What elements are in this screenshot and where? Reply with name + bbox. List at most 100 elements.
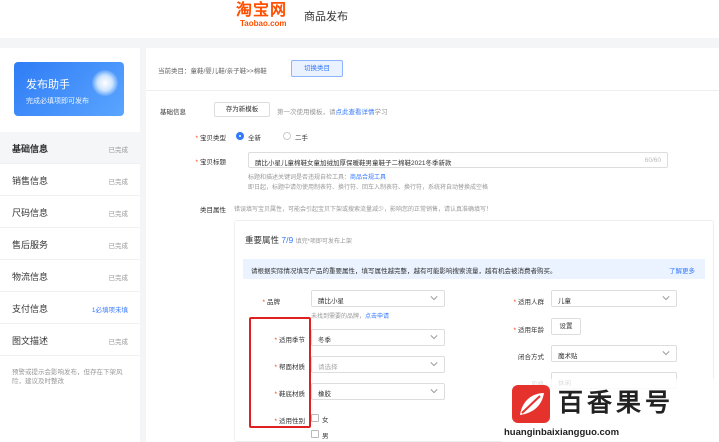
brand-label: * 品牌 <box>262 299 280 306</box>
logo-text-en: Taobao.com <box>240 19 287 28</box>
top-header: 淘宝网 Taobao.com 商品发布 <box>0 0 719 38</box>
sidebar-tip: 预警或提示会影响发布，但存在下架风险，建议及时整改 <box>12 369 123 385</box>
radio-new-label: 全新 <box>248 135 261 142</box>
sidebar-item-label: 尺码信息 <box>12 208 49 218</box>
sidebar-nav: 基础信息 已完成 销售信息 已完成 尺码信息 已完成 售后服务 已完成 物流信息… <box>0 132 140 356</box>
chevron-down-icon <box>430 296 438 301</box>
radio-new[interactable] <box>236 132 244 140</box>
sidebar-item-label: 支付信息 <box>12 304 49 314</box>
closure-select[interactable]: 魔术贴 <box>551 345 677 362</box>
category-attr-hint: 错误填写宝贝属性，可能会引起宝贝下架或搜索流量减少，影响您的正常销售，请认真准确… <box>234 207 493 213</box>
sidebar-item-status: 1必填项未填 <box>91 307 128 314</box>
sidebar-item-label: 图文描述 <box>12 336 49 346</box>
title-hint-tool: 标题和描述关键词是否违规自检工具：商品合规工具 <box>248 172 386 181</box>
assistant-title: 发布助手 <box>26 79 70 91</box>
template-hint: 第一次使用模板，请点此查看详情学习 <box>277 106 388 116</box>
chevron-down-icon <box>430 389 438 394</box>
template-hint-prefix: 第一次使用模板，请 <box>277 109 336 116</box>
brand-apply-hint: 未找到需要的品牌，点击申请 <box>311 311 389 320</box>
season-value: 冬季 <box>318 337 331 344</box>
sidebar-item-after-sales[interactable]: 售后服务 已完成 <box>0 228 140 260</box>
chevron-down-icon <box>430 362 438 367</box>
age-label: * 适用年龄 <box>513 327 544 334</box>
compliance-tool-link[interactable]: 商品合规工具 <box>350 175 386 181</box>
attributes-count: 7/9 <box>281 235 294 245</box>
chevron-down-icon <box>662 296 670 301</box>
sidebar-item-payment[interactable]: 支付信息 1必填项未填 <box>0 292 140 324</box>
template-help-link[interactable]: 点此查看详情 <box>336 109 375 116</box>
closure-label: 闭合方式 <box>518 354 544 361</box>
item-title-label-text: 宝贝标题 <box>200 159 226 166</box>
sidebar-item-status: 已完成 <box>108 147 129 154</box>
logo-text-cn: 淘宝网 <box>236 0 288 19</box>
gender-male-checkbox[interactable] <box>311 430 319 438</box>
closure-value: 魔术贴 <box>558 353 578 360</box>
chevron-down-icon <box>662 351 670 356</box>
crowd-label: * 适用人群 <box>513 299 544 306</box>
sidebar-item-label: 售后服务 <box>12 240 49 250</box>
lightbulb-icon <box>92 70 118 96</box>
item-type-label-text: 宝贝类型 <box>200 135 226 142</box>
learn-more-link[interactable]: 了解更多 <box>669 265 695 275</box>
sidebar-item-basic-info[interactable]: 基础信息 已完成 <box>0 132 140 164</box>
radio-second-hand[interactable] <box>283 132 291 140</box>
section-label-basic: 基础信息 <box>160 109 186 116</box>
sole-material-select[interactable]: 橡胶 <box>311 383 445 400</box>
template-hint-suffix: 学习 <box>374 109 388 116</box>
sidebar-item-label: 基础信息 <box>12 144 49 154</box>
upper-material-value: 请选择 <box>318 364 338 371</box>
gender-female-checkbox[interactable] <box>311 414 319 422</box>
save-template-button[interactable]: 存为新模板 <box>214 102 270 117</box>
radio-second-hand-label: 二手 <box>295 135 308 142</box>
brand-select[interactable]: 腈比小星 <box>311 290 445 307</box>
sidebar-item-status: 已完成 <box>108 211 129 218</box>
taobao-logo[interactable]: 淘宝网 Taobao.com <box>236 0 288 29</box>
brand-label-text: 品牌 <box>267 299 280 306</box>
brand-hint-text: 未找到需要的品牌， <box>311 314 366 320</box>
item-title-input[interactable]: 腈比小星儿童棉鞋女童加绒加厚保暖鞋男童鞋子二棉鞋2021冬季新款 60/60 <box>248 152 668 168</box>
divider <box>146 90 719 91</box>
sidebar-item-sales-info[interactable]: 销售信息 已完成 <box>0 164 140 196</box>
season-select[interactable]: 冬季 <box>311 329 445 346</box>
attributes-title-text: 重要属性 <box>245 235 280 245</box>
upper-material-select[interactable]: 请选择 <box>311 356 445 373</box>
category-attr-label: 类目属性 <box>200 207 226 214</box>
title-hint-format: 即日起，标题中请勿使用制表符、换行符、回车入制表符、换行符，系统将自动替换成空格 <box>248 185 489 191</box>
sidebar-item-status: 已完成 <box>108 339 129 346</box>
attributes-notice: 请根据实际情况填写产品的重要属性，填写属性越完整，越有可能影响搜索流量，越有机会… <box>243 259 705 279</box>
item-title-count: 60/60 <box>644 157 661 164</box>
leaf-icon <box>520 393 544 415</box>
highlight-box <box>249 317 311 428</box>
crowd-select[interactable]: 儿童 <box>551 290 677 307</box>
attributes-title: 重要属性 7/9 填完*项即可发布上架 <box>245 234 352 246</box>
chevron-down-icon <box>430 335 438 340</box>
title-hint-tool-text: 标题和描述关键词是否违规自检工具： <box>248 175 351 181</box>
sidebar-item-logistics[interactable]: 物流信息 已完成 <box>0 260 140 292</box>
current-category: 当前类目：童鞋/婴儿鞋/亲子鞋>>棉鞋 <box>158 68 267 75</box>
sidebar-item-description[interactable]: 图文描述 已完成 <box>0 324 140 356</box>
watermark-name: 百香果号 <box>558 388 675 417</box>
gender-male-label: 男 <box>322 433 329 440</box>
sidebar-item-size-info[interactable]: 尺码信息 已完成 <box>0 196 140 228</box>
sidebar: 发布助手 完成必填项即可发布 基础信息 已完成 销售信息 已完成 尺码信息 已完… <box>0 48 140 442</box>
item-type-label: * 宝贝类型 <box>195 135 226 142</box>
sole-material-value: 橡胶 <box>318 391 331 398</box>
assistant-subtitle: 完成必填项即可发布 <box>26 98 89 105</box>
age-settings-button[interactable]: 设置 <box>551 318 581 335</box>
apply-brand-link[interactable]: 点击申请 <box>365 314 389 320</box>
sidebar-item-status: 已完成 <box>108 179 129 186</box>
page-title: 商品发布 <box>304 11 348 23</box>
notice-text: 请根据实际情况填写产品的重要属性，填写属性越完整，越有可能影响搜索流量，越有机会… <box>251 268 557 275</box>
sidebar-item-label: 物流信息 <box>12 272 49 282</box>
watermark: 百香果号 huanginbaixiangguo.com <box>502 379 719 442</box>
gender-female-label: 女 <box>322 417 329 424</box>
age-label-text: 适用年龄 <box>518 327 544 334</box>
crowd-label-text: 适用人群 <box>518 299 544 306</box>
sidebar-item-status: 已完成 <box>108 243 129 250</box>
switch-category-button[interactable]: 切换类目 <box>291 60 343 77</box>
item-title-value: 腈比小星儿童棉鞋女童加绒加厚保暖鞋男童鞋子二棉鞋2021冬季新款 <box>255 160 452 167</box>
attributes-subtitle: 填完*项即可发布上架 <box>295 239 352 245</box>
watermark-logo-icon <box>512 385 550 423</box>
publish-assistant-card[interactable]: 发布助手 完成必填项即可发布 <box>14 62 124 116</box>
sidebar-item-status: 已完成 <box>108 275 129 282</box>
